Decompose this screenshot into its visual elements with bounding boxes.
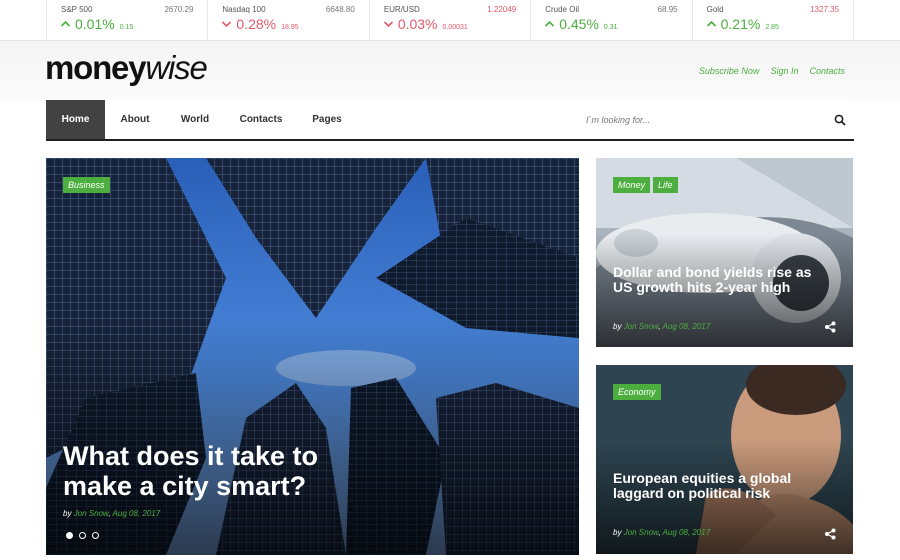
post-byline: by Jon Snow, Aug 08, 2017 (613, 322, 710, 331)
ticker-change: 0.31 (603, 24, 618, 31)
ticker-change: 0.00031 (442, 24, 468, 31)
byline-author[interactable]: Jon Snow (624, 322, 659, 331)
post-tags: Money Life (613, 177, 678, 193)
ticker-percent: 0.01% (75, 16, 115, 32)
ticker-change: 0.15 (119, 24, 134, 31)
ticker-name: Crude Oil (545, 5, 580, 14)
tag-life[interactable]: Life (653, 177, 678, 193)
ticker-percent: 0.45% (559, 16, 599, 32)
share-icon[interactable] (824, 528, 836, 540)
post-title[interactable]: European equities a global laggard on po… (613, 471, 813, 501)
side-post-2[interactable]: Economy European equities a global lagga… (596, 365, 853, 554)
byline-date: Aug 08, 2017 (662, 528, 711, 537)
byline-by: by (63, 509, 72, 518)
featured-byline: by Jon Snow, Aug 08, 2017 (63, 509, 160, 518)
featured-tags: Business (63, 177, 110, 193)
featured-post[interactable]: Business What does it take to make a cit… (46, 158, 579, 555)
slider-dot-3[interactable] (92, 532, 99, 539)
byline-by: by (613, 528, 622, 537)
market-ticker: S&P 500 2670.29 0.01% 0.15 Nasdaq 100 66… (0, 0, 900, 41)
ticker-price: 2670.29 (164, 5, 194, 14)
byline-date: Aug 08, 2017 (112, 509, 161, 518)
nav-item-home[interactable]: Home (46, 100, 105, 139)
ticker-item-nasdaq[interactable]: Nasdaq 100 6648.80 0.28% 18.95 (208, 0, 370, 40)
ticker-price: 1.22049 (487, 5, 517, 14)
header-links: Subscribe Now Sign In Contacts (699, 66, 845, 76)
logo-italic-text: wise (145, 49, 207, 86)
tag-economy[interactable]: Economy (613, 384, 661, 400)
ticker-item-eurusd[interactable]: EUR/USD 1.22049 0.03% 0.00031 (370, 0, 532, 40)
caret-up-icon (60, 20, 71, 27)
byline-date: Aug 08, 2017 (662, 322, 711, 331)
caret-down-icon (383, 21, 393, 28)
post-title[interactable]: Dollar and bond yields rise as US growth… (613, 265, 813, 295)
ticker-percent: 0.28% (236, 16, 277, 32)
ticker-price: 6648.80 (325, 5, 355, 14)
site-header: moneywise Subscribe Now Sign In Contacts (0, 41, 900, 101)
caret-down-icon (222, 21, 232, 28)
ticker-change: 18.95 (281, 24, 299, 31)
ticker-name: Nasdaq 100 (222, 5, 266, 14)
nav-item-about[interactable]: About (105, 100, 165, 139)
search-icon[interactable] (834, 114, 846, 126)
ticker-price: 68.95 (657, 5, 678, 14)
slider-dots (66, 532, 99, 539)
sign-in-link[interactable]: Sign In (770, 66, 798, 76)
slider-dot-2[interactable] (79, 532, 86, 539)
ticker-name: EUR/USD (383, 5, 420, 14)
ticker-name: Gold (706, 5, 724, 14)
tag-money[interactable]: Money (613, 177, 651, 193)
byline-author[interactable]: Jon Snow (624, 528, 659, 537)
ticker-item-gold[interactable]: Gold 1327.35 0.21% 2.85 (693, 0, 853, 40)
ticker-item-crude-oil[interactable]: Crude Oil 68.95 0.45% 0.31 (531, 0, 693, 40)
logo-bold-text: money (45, 49, 147, 86)
caret-up-icon (706, 20, 716, 27)
byline-author[interactable]: Jon Snow (74, 509, 109, 518)
caret-up-icon (545, 20, 555, 27)
slider-dot-1[interactable] (66, 532, 73, 539)
nav-item-pages[interactable]: Pages (297, 100, 357, 139)
site-logo[interactable]: moneywise (45, 49, 208, 87)
ticker-percent: 0.21% (720, 16, 761, 32)
ticker-price: 1327.35 (810, 5, 840, 14)
contacts-link[interactable]: Contacts (809, 66, 845, 76)
featured-overlay (46, 316, 579, 555)
post-tags: Economy (613, 384, 661, 400)
nav-item-contacts[interactable]: Contacts (225, 100, 297, 139)
ticker-item-sp500[interactable]: S&P 500 2670.29 0.01% 0.15 (47, 0, 209, 40)
ticker-percent: 0.03% (397, 16, 438, 32)
ticker-name: S&P 500 (61, 5, 93, 14)
tag-business[interactable]: Business (63, 177, 110, 193)
main-nav: Home About World Contacts Pages (46, 100, 854, 141)
side-post-1[interactable]: Money Life Dollar and bond yields rise a… (596, 158, 853, 347)
subscribe-link[interactable]: Subscribe Now (699, 66, 760, 76)
search-input[interactable] (586, 110, 826, 130)
share-icon[interactable] (824, 321, 836, 333)
post-byline: by Jon Snow, Aug 08, 2017 (613, 528, 710, 537)
byline-by: by (613, 322, 622, 331)
featured-title[interactable]: What does it take to make a city smart? (63, 441, 363, 501)
nav-item-world[interactable]: World (165, 100, 225, 139)
ticker-change: 2.85 (765, 24, 779, 31)
